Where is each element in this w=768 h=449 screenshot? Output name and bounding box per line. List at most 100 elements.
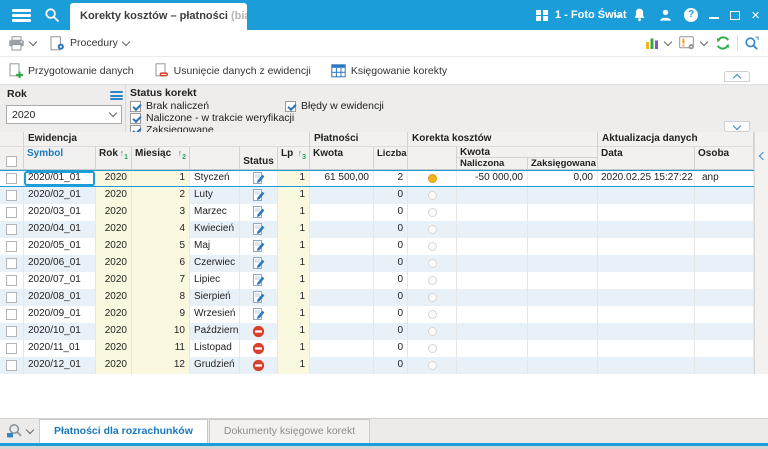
- cell-naliczona: [457, 340, 528, 357]
- table-row[interactable]: 2020/10_01 2020 10 Październik 1 0: [0, 323, 754, 340]
- column-header-status[interactable]: Status: [240, 147, 278, 170]
- status-edit-icon: [253, 257, 265, 269]
- prepare-data-button[interactable]: Przygotowanie danych: [8, 63, 134, 78]
- tab-platnosci-dla-rozrachunkow[interactable]: Płatności dla rozrachunków: [39, 419, 208, 443]
- cell-data: [598, 272, 695, 289]
- row-checkbox[interactable]: [6, 173, 17, 184]
- table-row[interactable]: 2020/02_01 2020 2 Luty 1 0: [0, 187, 754, 204]
- row-checkbox[interactable]: [6, 224, 17, 235]
- footer-gap: [0, 374, 768, 418]
- locator-button[interactable]: [0, 423, 39, 443]
- procedury-menu-button[interactable]: Procedury: [50, 35, 131, 51]
- company-chevron-down-icon[interactable]: [613, 9, 623, 18]
- column-header-naliczona[interactable]: Naliczona: [457, 158, 528, 169]
- cell-kwota: [310, 306, 374, 323]
- cell-data: [598, 340, 695, 357]
- column-header-liczba[interactable]: Liczba: [374, 147, 408, 170]
- table-row[interactable]: 2020/04_01 2020 4 Kwiecień 1 0: [0, 221, 754, 238]
- column-header-osoba[interactable]: Osoba: [695, 147, 754, 170]
- rok-select[interactable]: 2020: [6, 105, 122, 124]
- cell-osoba: [695, 238, 754, 255]
- checkbox-bledy[interactable]: Błędy w ewidencji: [285, 100, 384, 112]
- row-checkbox[interactable]: [6, 258, 17, 269]
- checkbox-brak-naliczen[interactable]: Brak naliczeń: [130, 100, 209, 112]
- column-header-rok[interactable]: Rok 1: [96, 147, 132, 170]
- analysis-chart-button[interactable]: [645, 36, 673, 50]
- alerts-settings-button[interactable]: [679, 36, 709, 50]
- cell-correction-status: [408, 204, 457, 221]
- cell-miesiac: 6: [132, 255, 190, 272]
- column-header-data[interactable]: Data: [598, 147, 695, 170]
- column-header-kwota[interactable]: Kwota: [310, 147, 374, 170]
- cell-status: [240, 289, 278, 306]
- filter-panel: Rok 2020 Status korekt Brak naliczeń Nal…: [0, 84, 768, 136]
- cell-lp: 1: [278, 238, 310, 255]
- cell-rok: 2020: [96, 204, 132, 221]
- table-row[interactable]: 2020/11_01 2020 11 Listopad 1 0: [0, 340, 754, 357]
- row-checkbox[interactable]: [6, 309, 17, 320]
- print-button[interactable]: [8, 35, 38, 51]
- cell-liczba: 2: [374, 171, 408, 186]
- notifications-bell-icon[interactable]: [632, 7, 647, 23]
- expand-filter-button[interactable]: [724, 121, 750, 132]
- checkbox-naliczone[interactable]: Naliczone - w trakcie weryfikacji: [130, 112, 294, 124]
- refresh-icon[interactable]: [715, 35, 731, 51]
- table-row[interactable]: 2020/08_01 2020 8 Sierpień 1 0: [0, 289, 754, 306]
- hamburger-menu-icon[interactable]: [12, 9, 31, 22]
- action-buttons-row: Przygotowanie danych Usunięcie danych z …: [0, 57, 768, 84]
- column-header-zaksiegowana[interactable]: Zaksięgowana: [528, 158, 597, 169]
- cell-miesiac: 5: [132, 238, 190, 255]
- filter-params-icon[interactable]: [110, 91, 123, 101]
- table-row[interactable]: 2020/01_01 2020 1 Styczeń 1 61 500,00 2: [0, 170, 754, 187]
- column-header-symbol[interactable]: Symbol: [24, 147, 96, 170]
- minimize-button[interactable]: [709, 17, 720, 19]
- locator-magnifier-icon: [7, 424, 22, 438]
- close-button[interactable]: [751, 8, 760, 23]
- tab-dokumenty-ksiegowe-korekt[interactable]: Dokumenty księgowe korekt: [208, 419, 371, 443]
- remove-data-button[interactable]: Usunięcie danych z ewidencji: [154, 63, 311, 78]
- row-checkbox[interactable]: [6, 190, 17, 201]
- document-tab[interactable]: Korekty kosztów – płatności(biala: [70, 3, 247, 30]
- row-checkbox[interactable]: [6, 292, 17, 303]
- table-row[interactable]: 2020/05_01 2020 5 Maj 1 0: [0, 238, 754, 255]
- user-icon[interactable]: [658, 8, 673, 23]
- table-row[interactable]: 2020/03_01 2020 3 Marzec 1 0: [0, 204, 754, 221]
- row-checkbox[interactable]: [6, 326, 17, 337]
- row-checkbox[interactable]: [6, 343, 17, 354]
- book-correction-button[interactable]: Księgowanie korekty: [331, 63, 447, 78]
- cell-kwota: [310, 204, 374, 221]
- chevron-left-icon: [758, 151, 768, 161]
- maximize-button[interactable]: [730, 10, 741, 20]
- status-edit-icon: [253, 189, 265, 201]
- column-header-miesiac[interactable]: Miesiąc 2: [132, 147, 190, 170]
- column-header-lp[interactable]: Lp 3: [278, 147, 310, 170]
- table-row[interactable]: 2020/06_01 2020 6 Czerwiec 1 0: [0, 255, 754, 272]
- cell-osoba: [695, 306, 754, 323]
- cell-data: [598, 187, 695, 204]
- table-row[interactable]: 2020/09_01 2020 9 Wrzesień 1 0: [0, 306, 754, 323]
- cell-lp: 1: [278, 255, 310, 272]
- cell-lp: 1: [278, 323, 310, 340]
- cell-rok: 2020: [96, 221, 132, 238]
- row-checkbox[interactable]: [6, 275, 17, 286]
- column-header-correction-status[interactable]: [408, 147, 457, 170]
- cell-kwota: [310, 272, 374, 289]
- row-checkbox[interactable]: [6, 207, 17, 218]
- row-checkbox[interactable]: [6, 241, 17, 252]
- help-icon[interactable]: [684, 8, 699, 22]
- row-checkbox[interactable]: [6, 360, 17, 371]
- collapse-filter-button[interactable]: [724, 71, 750, 83]
- procedures-icon: [50, 35, 64, 50]
- search-in-list-icon[interactable]: [744, 35, 760, 51]
- table-row[interactable]: 2020/12_01 2020 12 Grudzień 1 0: [0, 357, 754, 374]
- search-icon[interactable]: [44, 7, 60, 23]
- print-chevron-down-icon: [28, 37, 38, 46]
- collapse-side-panel[interactable]: [754, 132, 768, 374]
- document-plus-icon: [9, 63, 23, 78]
- cell-zaksiegowana: [528, 221, 598, 238]
- table-row[interactable]: 2020/07_01 2020 7 Lipiec 1 0: [0, 272, 754, 289]
- company-selector[interactable]: 1 - Foto Świat: [536, 0, 627, 30]
- select-all-checkbox[interactable]: [6, 156, 17, 167]
- cell-lp: 1: [278, 289, 310, 306]
- column-header-month-name[interactable]: [190, 147, 240, 170]
